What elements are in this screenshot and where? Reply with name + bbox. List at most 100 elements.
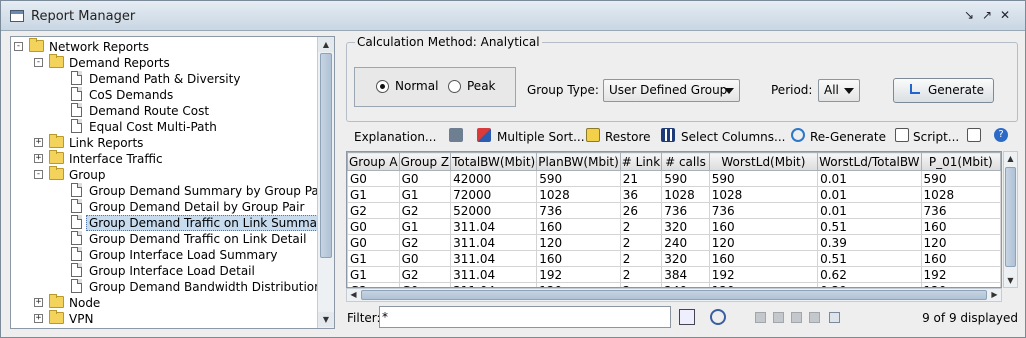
column-header[interactable]: PlanBW(Mbit) bbox=[536, 152, 621, 171]
tree-item-label[interactable]: Group Demand Summary by Group Pair bbox=[89, 183, 317, 199]
page-list-icon[interactable] bbox=[829, 312, 840, 323]
tree-item-label[interactable]: CoS Demands bbox=[89, 87, 173, 103]
tree-item-label[interactable]: Group Interface Load Detail bbox=[89, 263, 255, 279]
tree-item[interactable]: Group Demand Traffic on Link Detail bbox=[11, 231, 311, 247]
explanation-button[interactable]: Explanation... bbox=[354, 128, 436, 146]
select-columns-icon[interactable] bbox=[661, 128, 675, 142]
tree-item[interactable]: Demand Path & Diversity bbox=[11, 71, 311, 87]
peak-radio[interactable] bbox=[448, 80, 461, 93]
table-horizontal-scrollbar[interactable]: ◀ ▶ bbox=[346, 288, 1002, 302]
column-header[interactable]: Group A bbox=[347, 152, 400, 171]
column-header[interactable]: # calls bbox=[661, 152, 710, 171]
scroll-down-icon[interactable]: ▼ bbox=[318, 312, 334, 327]
table-row[interactable]: G1 G1 72000 1028 36 1028 1028 0.01 1028 bbox=[347, 186, 1001, 203]
table-row[interactable]: G2 G2 52000 736 26 736 736 0.01 736 bbox=[347, 202, 1001, 219]
tree-item-label[interactable]: Node bbox=[69, 295, 100, 311]
scroll-up-icon[interactable]: ▲ bbox=[318, 37, 334, 52]
tree-item-label[interactable]: Demand Path & Diversity bbox=[89, 71, 240, 87]
table-row[interactable]: G0 G0 42000 590 21 590 590 0.01 590 bbox=[347, 170, 1001, 187]
expand-icon[interactable]: + bbox=[34, 314, 43, 323]
expand-icon[interactable]: + bbox=[34, 154, 43, 163]
tree-item[interactable]: Group Demand Traffic on Link Summary bbox=[11, 215, 317, 231]
filter-apply-icon[interactable] bbox=[679, 309, 695, 325]
tree-item[interactable]: Group Demand Detail by Group Pair bbox=[11, 199, 311, 215]
tree-item-label[interactable]: Equal Cost Multi-Path bbox=[89, 119, 217, 135]
tree-item-label[interactable]: Group Demand Bandwidth Distribution bbox=[89, 279, 317, 295]
tree-item-label[interactable]: Link Reports bbox=[69, 135, 143, 151]
tree-item[interactable]: Equal Cost Multi-Path bbox=[11, 119, 311, 135]
collapse-icon[interactable]: - bbox=[14, 42, 23, 51]
tree-item[interactable]: Group Interface Load Summary bbox=[11, 247, 311, 263]
group-type-select[interactable]: User Defined Group bbox=[603, 79, 740, 102]
tree-item[interactable]: - Demand Reports bbox=[11, 54, 311, 71]
scroll-left-icon[interactable]: ◀ bbox=[347, 289, 360, 301]
tree-item[interactable]: + Link Reports bbox=[11, 134, 311, 151]
regenerate-button[interactable]: Re-Generate bbox=[810, 128, 886, 146]
multiple-sort-button[interactable]: Multiple Sort... bbox=[497, 128, 585, 146]
expand-icon[interactable]: + bbox=[34, 298, 43, 307]
tree-item-label[interactable]: Group Interface Load Summary bbox=[89, 247, 277, 263]
tree-item-label[interactable]: Group Demand Traffic on Link Summary bbox=[86, 215, 317, 231]
column-header[interactable]: P_01(Mbit) bbox=[920, 152, 1001, 171]
regenerate-icon[interactable] bbox=[791, 128, 805, 142]
normal-radio-label[interactable]: Normal bbox=[395, 79, 438, 93]
tree-item-label[interactable]: Network Reports bbox=[49, 39, 149, 55]
expand-icon[interactable]: + bbox=[34, 138, 43, 147]
edit-report-icon[interactable] bbox=[967, 128, 981, 142]
tree-item-label[interactable]: Group bbox=[69, 167, 106, 183]
restore-icon[interactable] bbox=[586, 128, 600, 142]
first-page-icon[interactable] bbox=[755, 312, 766, 323]
script-icon[interactable] bbox=[895, 128, 909, 142]
table-row[interactable]: G0 G2 311.04 120 2 240 120 0.39 120 bbox=[347, 234, 1001, 251]
maximize-icon[interactable]: ↗ bbox=[980, 8, 994, 22]
multiple-sort-icon[interactable] bbox=[477, 128, 491, 142]
select-columns-button[interactable]: Select Columns... bbox=[681, 128, 785, 146]
table-row[interactable]: G0 G1 311.04 160 2 320 160 0.51 160 bbox=[347, 218, 1001, 235]
tree-item[interactable]: Group Interface Load Detail bbox=[11, 263, 311, 279]
collapse-icon[interactable]: - bbox=[34, 170, 43, 179]
tree-item[interactable]: CoS Demands bbox=[11, 87, 311, 103]
generate-button[interactable]: Generate bbox=[893, 78, 994, 103]
peak-radio-label[interactable]: Peak bbox=[467, 79, 496, 93]
table-vertical-scrollbar[interactable]: ▲ ▼ bbox=[1003, 151, 1018, 288]
period-select[interactable]: All bbox=[818, 79, 860, 102]
tree-item-label[interactable]: Demand Route Cost bbox=[89, 103, 209, 119]
script-button[interactable]: Script... bbox=[913, 128, 959, 146]
tree-item[interactable]: Group Demand Bandwidth Distribution bbox=[11, 279, 317, 295]
column-header[interactable]: Group Z bbox=[398, 152, 452, 171]
tree-item-label[interactable]: Interface Traffic bbox=[69, 151, 163, 167]
collapse-icon[interactable]: - bbox=[34, 58, 43, 67]
normal-radio[interactable] bbox=[376, 80, 389, 93]
column-header[interactable]: WorstLd/TotalBW bbox=[817, 152, 922, 171]
tree-item[interactable]: + Node bbox=[11, 294, 311, 311]
help-icon[interactable]: ? bbox=[994, 128, 1008, 142]
find-icon[interactable] bbox=[710, 309, 726, 325]
table-hscroll-thumb[interactable] bbox=[361, 290, 987, 300]
print-icon[interactable] bbox=[449, 128, 463, 142]
tree-item-label[interactable]: VPN bbox=[69, 311, 93, 327]
scroll-down-icon[interactable]: ▼ bbox=[1004, 274, 1017, 287]
last-page-icon[interactable] bbox=[809, 312, 820, 323]
close-icon[interactable]: ✕ bbox=[998, 8, 1012, 22]
filter-input[interactable]: * bbox=[379, 306, 671, 328]
tree-item-label[interactable]: Demand Reports bbox=[69, 55, 170, 71]
tree-item[interactable]: + Interface Traffic bbox=[11, 150, 311, 167]
column-header[interactable]: # Link bbox=[619, 152, 663, 171]
tree-item-label[interactable]: Group Demand Traffic on Link Detail bbox=[89, 231, 306, 247]
tree-item[interactable]: Group Demand Summary by Group Pair bbox=[11, 183, 317, 199]
tree-item-label[interactable]: Group Demand Detail by Group Pair bbox=[89, 199, 304, 215]
minimize-icon[interactable]: ↘ bbox=[962, 8, 976, 22]
tree-item[interactable]: + VPN bbox=[11, 310, 311, 327]
tree-item[interactable]: - Network Reports bbox=[11, 38, 311, 55]
scroll-up-icon[interactable]: ▲ bbox=[1004, 152, 1017, 165]
table-row[interactable]: G1 G2 311.04 192 2 384 192 0.62 192 bbox=[347, 266, 1001, 283]
restore-button[interactable]: Restore bbox=[605, 128, 651, 146]
table-row[interactable]: G1 G0 311.04 160 2 320 160 0.51 160 bbox=[347, 250, 1001, 267]
tree-scroll-thumb[interactable] bbox=[320, 53, 332, 258]
scroll-right-icon[interactable]: ▶ bbox=[988, 289, 1001, 301]
tree-item[interactable]: Demand Route Cost bbox=[11, 103, 311, 119]
column-header[interactable]: WorstLd(Mbit) bbox=[708, 152, 819, 171]
next-page-icon[interactable] bbox=[791, 312, 802, 323]
previous-page-icon[interactable] bbox=[773, 312, 784, 323]
column-header[interactable]: TotalBW(Mbit) bbox=[450, 152, 538, 171]
